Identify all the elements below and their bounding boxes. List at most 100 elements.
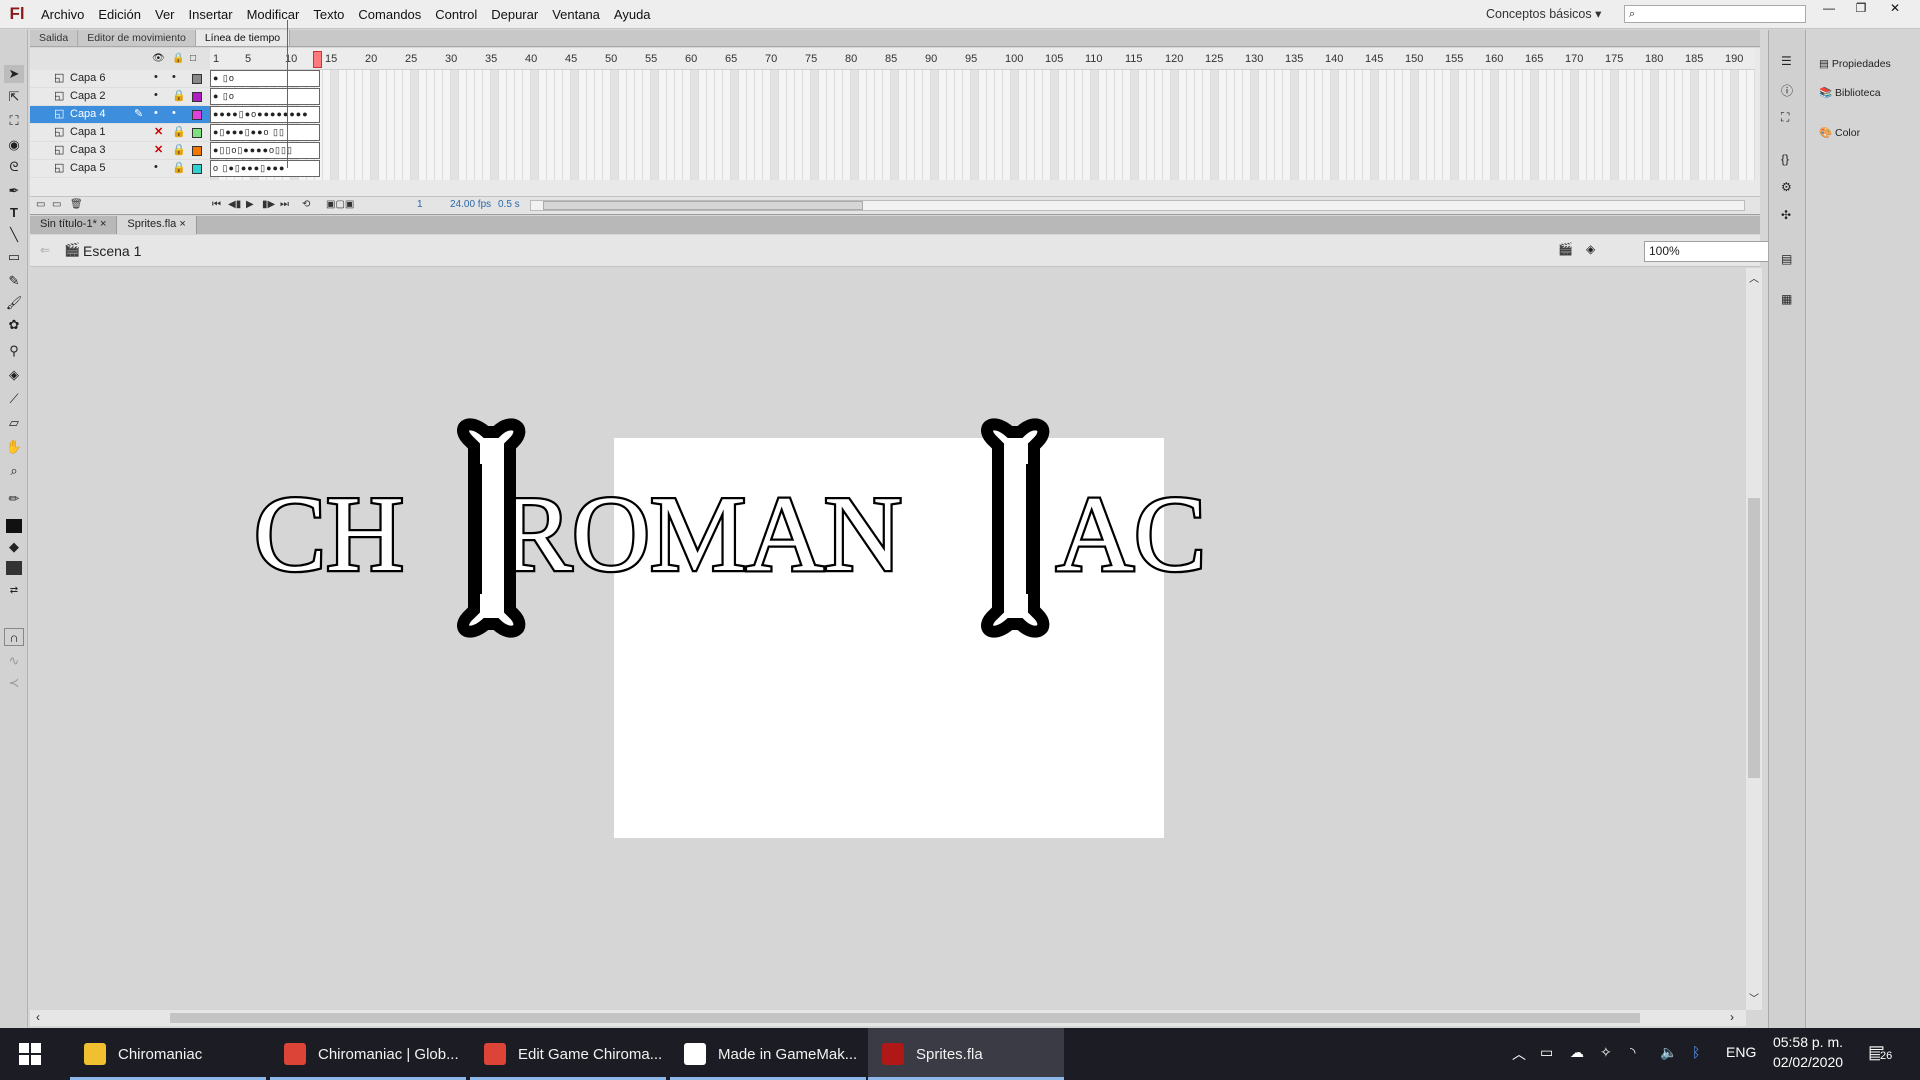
frame-ruler[interactable]: 1 5 10 15 20 25 30 35 40 45 50 55 60 65 70 75 80 85 90 95 10…: [210, 48, 1755, 70]
pencil-tool-icon[interactable]: ✎: [4, 272, 24, 290]
layer-frames[interactable]: ● ▯o: [210, 70, 320, 87]
taskbar-item[interactable]: Edit Game Chiroma...: [470, 1028, 666, 1080]
smooth-icon[interactable]: ∿: [4, 652, 24, 670]
scroll-thumb[interactable]: [1748, 498, 1760, 778]
layer-outline-color-swatch[interactable]: [192, 92, 202, 102]
stage-vscrollbar[interactable]: ︿ ﹀: [1746, 268, 1762, 1010]
chevron-up-icon[interactable]: ︿: [1512, 1044, 1526, 1064]
menu-modificar[interactable]: Modificar: [240, 7, 307, 22]
motion-presets-icon[interactable]: ✣: [1781, 208, 1791, 222]
fill-color-swatch[interactable]: [6, 561, 22, 575]
battery-icon[interactable]: ▭: [1540, 1044, 1553, 1061]
edit-scene-icon[interactable]: 🎬: [1558, 242, 1573, 256]
lasso-tool-icon[interactable]: ᘓ: [4, 158, 24, 176]
text-tool-icon[interactable]: T: [4, 204, 24, 222]
layer-row[interactable]: ◱ Capa 3 ✕ 🔒: [30, 142, 210, 160]
frame-grid[interactable]: ● ▯o ● ▯o ●●●●▯●o●●●●●●●● ●▯●●●▯●●o ▯▯ ●▯▯o▯…: [210, 70, 1755, 180]
scroll-right-icon[interactable]: ›: [1730, 1010, 1734, 1024]
line-tool-icon[interactable]: ╲: [4, 226, 24, 244]
playhead[interactable]: [313, 51, 322, 68]
menu-insertar[interactable]: Insertar: [182, 7, 240, 22]
layer-name[interactable]: Capa 4: [70, 108, 105, 120]
scroll-thumb[interactable]: [170, 1013, 1640, 1023]
language-indicator[interactable]: ENG: [1726, 1044, 1756, 1060]
layer-name[interactable]: Capa 3: [70, 144, 105, 156]
stroke-color-swatch[interactable]: [6, 519, 22, 533]
layer-row[interactable]: ◱ Capa 5 • 🔒: [30, 160, 210, 178]
stage-hscrollbar[interactable]: ‹ ›: [30, 1010, 1746, 1026]
layer-name[interactable]: Capa 2: [70, 90, 105, 102]
help-search-input[interactable]: ⌕: [1624, 5, 1806, 23]
close-button[interactable]: ✕: [1880, 0, 1910, 18]
current-frame[interactable]: 1: [417, 199, 423, 210]
menu-depurar[interactable]: Depurar: [484, 7, 545, 22]
layer-frames[interactable]: ●▯●●●▯●●o ▯▯: [210, 124, 320, 141]
taskbar-item[interactable]: Chiromaniac: [70, 1028, 266, 1080]
cloud-icon[interactable]: ☁: [1570, 1044, 1584, 1061]
selection-tool-icon[interactable]: ➤: [4, 65, 24, 83]
stroke-color-icon[interactable]: ✏: [4, 490, 24, 508]
clock[interactable]: 05:58 p. m. 02/02/2020: [1770, 1034, 1846, 1070]
menu-comandos[interactable]: Comandos: [351, 7, 428, 22]
dropbox-icon[interactable]: ✧: [1600, 1044, 1612, 1061]
menu-edicion[interactable]: Edición: [91, 7, 148, 22]
3d-rotation-tool-icon[interactable]: ◉: [4, 136, 24, 154]
panel-color[interactable]: 🎨 Color: [1819, 126, 1860, 139]
delete-layer-icon[interactable]: 🗑: [70, 199, 83, 210]
scroll-up-icon[interactable]: ︿: [1749, 270, 1759, 285]
prev-frame-icon[interactable]: ◀▮: [228, 199, 241, 210]
layer-name[interactable]: Capa 1: [70, 126, 105, 138]
workspace-switcher[interactable]: Conceptos básicos ▾: [1486, 6, 1601, 21]
eye-icon[interactable]: 👁: [152, 53, 165, 64]
back-arrow-icon[interactable]: ⇐: [40, 243, 50, 257]
visible-dot-icon[interactable]: •: [154, 71, 158, 83]
tab-editor-movimiento[interactable]: Editor de movimiento: [78, 30, 196, 46]
eraser-tool-icon[interactable]: ▱: [4, 414, 24, 432]
layer-frames[interactable]: ●●●●▯●o●●●●●●●●: [210, 106, 320, 123]
pen-tool-icon[interactable]: ✒: [4, 182, 24, 200]
tab-linea-tiempo[interactable]: Línea de tiempo: [195, 30, 291, 46]
visible-dot-icon[interactable]: •: [154, 89, 158, 101]
notification-center-icon[interactable]: ▤ 26: [1868, 1042, 1894, 1066]
scene-panel-icon[interactable]: ▤: [1781, 252, 1792, 266]
timeline-hscrollbar[interactable]: [530, 200, 1745, 211]
restore-button[interactable]: ❐: [1846, 0, 1876, 18]
windows-start-icon[interactable]: [18, 1042, 42, 1066]
menu-ventana[interactable]: Ventana: [545, 7, 607, 22]
free-transform-tool-icon[interactable]: ⛶: [4, 112, 24, 130]
doc-tab-sin-titulo[interactable]: Sin título-1* ×: [30, 216, 118, 234]
loop-icon[interactable]: ⟲: [302, 199, 310, 210]
swap-colors-icon[interactable]: ⇄: [4, 582, 24, 600]
transform-icon[interactable]: ⛶: [1781, 110, 1789, 125]
visible-dot-icon[interactable]: •: [154, 107, 158, 119]
first-frame-icon[interactable]: ⏮: [212, 199, 221, 210]
swatches-icon[interactable]: ▦: [1781, 292, 1792, 306]
minimize-button[interactable]: —: [1814, 0, 1844, 18]
doc-tab-sprites[interactable]: Sprites.fla ×: [117, 216, 197, 234]
layer-outline-color-swatch[interactable]: [192, 74, 202, 84]
tab-salida[interactable]: Salida: [30, 30, 79, 46]
edit-symbol-icon[interactable]: ◈: [1586, 242, 1595, 256]
taskbar-item[interactable]: Chiromaniac | Glob...: [270, 1028, 466, 1080]
paint-bucket-tool-icon[interactable]: ◈: [4, 366, 24, 384]
layer-row[interactable]: ◱ Capa 1 ✕ 🔒: [30, 124, 210, 142]
layer-outline-color-swatch[interactable]: [192, 110, 202, 120]
deco-tool-icon[interactable]: ✿: [4, 316, 24, 334]
taskbar-item[interactable]: Sprites.fla: [868, 1028, 1064, 1080]
new-folder-icon[interactable]: ▭: [52, 199, 61, 210]
menu-texto[interactable]: Texto: [306, 7, 351, 22]
align-icon[interactable]: ☰: [1781, 54, 1792, 68]
frame-rate[interactable]: 24.00 fps: [450, 199, 491, 210]
hidden-x-icon[interactable]: ✕: [154, 125, 163, 138]
lock-icon[interactable]: 🔒: [172, 161, 186, 174]
menu-control[interactable]: Control: [428, 7, 484, 22]
layer-outline-color-swatch[interactable]: [192, 164, 202, 174]
last-frame-icon[interactable]: ⏭: [280, 199, 289, 210]
zoom-tool-icon[interactable]: ⌕: [4, 462, 24, 480]
info-icon[interactable]: ⓘ: [1781, 82, 1793, 99]
layer-frames[interactable]: ● ▯o: [210, 88, 320, 105]
scroll-thumb[interactable]: [543, 201, 863, 210]
volume-mute-icon[interactable]: 🔈: [1660, 1044, 1677, 1061]
code-snippets-icon[interactable]: {}: [1781, 152, 1789, 166]
close-icon[interactable]: ×: [179, 218, 185, 230]
